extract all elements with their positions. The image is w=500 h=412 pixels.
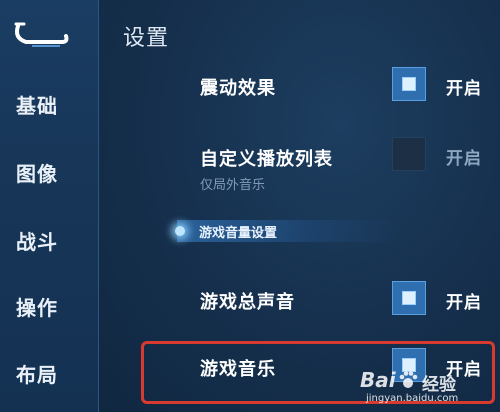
vibration-label: 震动效果 xyxy=(200,78,276,99)
volume-section-title: 游戏音量设置 xyxy=(199,226,278,241)
master-sound-state: 开启 xyxy=(446,293,482,313)
master-sound-checkbox[interactable] xyxy=(392,281,426,315)
page-title: 设置 xyxy=(123,26,170,51)
baidu-watermark: Bai 经验 jingyan.baidu.com xyxy=(360,368,496,408)
custom-playlist-label: 自定义播放列表 xyxy=(200,149,333,170)
sidebar: 基础 图像 战斗 操作 布局 xyxy=(0,0,99,412)
sidebar-item-image[interactable]: 图像 xyxy=(0,152,98,192)
check-mark-icon xyxy=(402,291,416,305)
back-icon[interactable] xyxy=(10,16,70,50)
sidebar-item-layout[interactable]: 布局 xyxy=(0,353,98,393)
sidebar-item-basic[interactable]: 基础 xyxy=(0,84,98,124)
watermark-brand-left: Bai xyxy=(360,368,396,392)
volume-section-header: 游戏音量设置 xyxy=(175,220,397,242)
watermark-site: jingyan.baidu.com xyxy=(366,393,459,404)
check-mark-icon xyxy=(402,77,416,91)
master-sound-label: 游戏总声音 xyxy=(200,292,295,313)
sidebar-item-controls[interactable]: 操作 xyxy=(0,286,98,326)
custom-playlist-state: 开启 xyxy=(446,149,482,169)
vibration-checkbox[interactable] xyxy=(392,67,426,101)
sidebar-item-label: 战斗 xyxy=(16,229,58,254)
glow-icon xyxy=(175,226,185,236)
sidebar-item-label: 布局 xyxy=(16,362,58,387)
sidebar-item-label: 图像 xyxy=(16,161,58,186)
watermark-brand-right: 经验 xyxy=(422,375,456,395)
custom-playlist-subtitle: 仅局外音乐 xyxy=(200,178,266,193)
sidebar-item-label: 基础 xyxy=(16,93,58,118)
sidebar-item-combat[interactable]: 战斗 xyxy=(0,220,98,260)
custom-playlist-checkbox[interactable] xyxy=(392,137,426,171)
sidebar-item-label: 操作 xyxy=(16,295,58,320)
vibration-state: 开启 xyxy=(446,79,482,99)
paw-icon xyxy=(398,370,418,390)
